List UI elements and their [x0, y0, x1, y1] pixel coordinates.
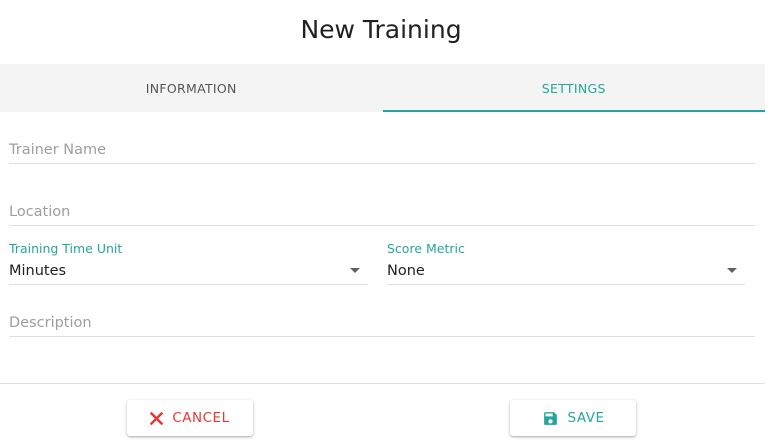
close-icon: [150, 411, 164, 425]
tab-bar: INFORMATION SETTINGS: [0, 64, 765, 112]
score-metric-value: None: [387, 263, 425, 279]
chevron-down-icon: [350, 268, 360, 273]
training-time-unit-select[interactable]: Training Time Unit Minutes: [9, 241, 368, 285]
score-metric-label: Score Metric: [387, 241, 465, 256]
location-placeholder: Location: [9, 204, 71, 220]
score-metric-select[interactable]: Score Metric None: [387, 241, 745, 285]
trainer-name-field[interactable]: Trainer Name: [9, 138, 755, 164]
tab-information[interactable]: INFORMATION: [0, 64, 383, 112]
training-time-unit-label: Training Time Unit: [9, 241, 123, 256]
save-button-label: SAVE: [567, 410, 605, 426]
save-button[interactable]: SAVE: [510, 400, 636, 436]
location-field[interactable]: Location: [9, 200, 755, 226]
description-field[interactable]: Description: [9, 311, 755, 337]
training-time-unit-value: Minutes: [9, 263, 67, 279]
dialog-title: New Training: [300, 15, 462, 44]
tab-settings[interactable]: SETTINGS: [382, 64, 766, 112]
footer-divider: [0, 383, 765, 384]
cancel-button[interactable]: CANCEL: [127, 400, 253, 436]
trainer-name-placeholder: Trainer Name: [9, 142, 107, 158]
floppy-disk-icon: [542, 410, 559, 427]
chevron-down-icon: [727, 268, 737, 273]
description-placeholder: Description: [9, 315, 92, 331]
cancel-button-label: CANCEL: [172, 410, 230, 426]
